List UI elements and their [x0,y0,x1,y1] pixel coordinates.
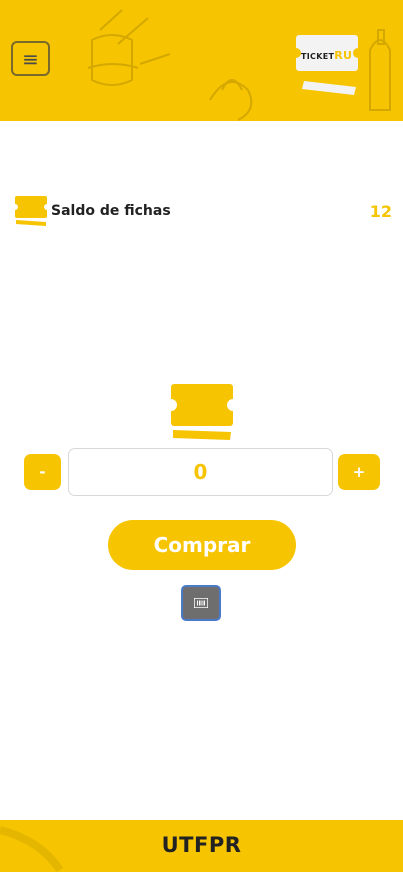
increment-button[interactable]: + [338,454,380,490]
decrement-button[interactable]: - [24,454,61,490]
app-logo: TICKETRU [296,35,358,95]
quantity-stepper: - 0 + [24,448,380,496]
footer-label: UTFPR [161,833,242,857]
quantity-input[interactable]: 0 [68,448,333,496]
logo-ticket-icon [296,35,358,95]
balance-value: 12 [369,202,392,221]
logo-text: TICKETRU [301,49,353,62]
app-header: ≡ TICKETRU [0,0,403,121]
barcode-icon [194,598,208,608]
hamburger-menu-icon: ≡ [22,46,39,71]
ticket-icon [15,196,47,226]
menu-button[interactable]: ≡ [11,41,50,76]
app-footer: UTFPR [0,820,403,872]
buy-button[interactable]: Comprar [108,520,296,570]
balance-label: Saldo de fichas [51,203,171,219]
barcode-button[interactable] [181,585,221,621]
balance-row: Saldo de fichas 12 [14,196,392,226]
ticket-icon [171,384,233,440]
